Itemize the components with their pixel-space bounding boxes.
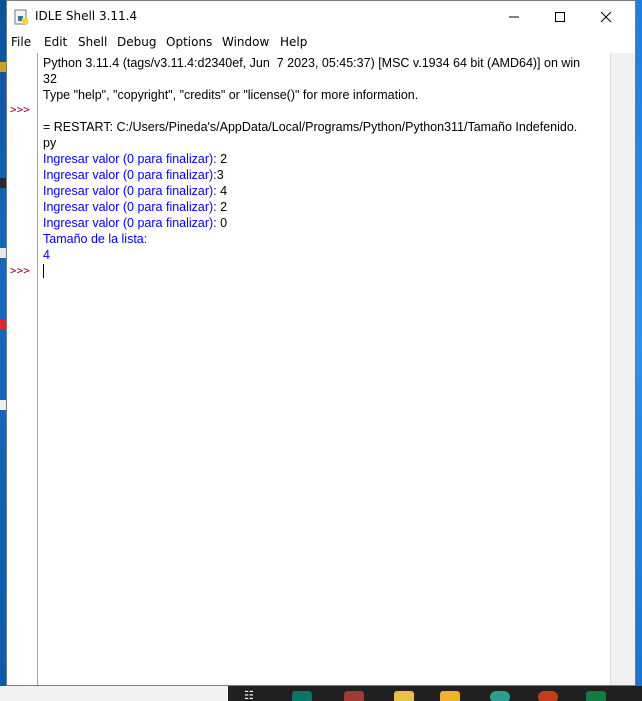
restart-line: py (43, 136, 57, 150)
python-icon[interactable] (394, 691, 414, 701)
idle-shell-window: IDLE Shell 3.11.4 File Edit Shell Debug … (6, 0, 636, 686)
shell-prompt: >>> (10, 103, 30, 116)
access-icon[interactable] (344, 691, 364, 701)
close-button[interactable] (583, 1, 629, 32)
stdout-prompt: Ingresar valor (0 para finalizar): (43, 216, 221, 230)
taskbar-search-area[interactable] (0, 686, 228, 701)
io-line: Ingresar valor (0 para finalizar): 2 (43, 199, 227, 215)
menu-window[interactable]: Window (222, 35, 269, 49)
file-explorer-icon[interactable] (440, 691, 460, 701)
menu-options[interactable]: Options (166, 35, 212, 49)
minimize-button[interactable] (491, 1, 537, 32)
menu-bar: File Edit Shell Debug Options Window Hel… (7, 32, 635, 52)
stdout-prompt: Ingresar valor (0 para finalizar): (43, 184, 221, 198)
close-icon (600, 11, 612, 22)
text-cursor (43, 264, 44, 278)
user-input: 0 (220, 216, 228, 230)
prompt-gutter: >>> >>> (7, 53, 38, 685)
stdout-prompt: Ingresar valor (0 para finalizar): (43, 200, 221, 214)
stdout-prompt: Ingresar valor (0 para finalizar): (43, 152, 221, 166)
output-line: Tamaño de la lista: (43, 232, 148, 246)
shell-prompt: >>> (10, 264, 30, 277)
maximize-button[interactable] (537, 1, 583, 32)
task-view-icon[interactable]: ☷ (244, 689, 254, 701)
output-line: 4 (43, 248, 50, 262)
user-input: 3 (216, 168, 224, 182)
user-input: 2 (220, 152, 228, 166)
publisher-icon[interactable] (292, 691, 312, 701)
io-line: Ingresar valor (0 para finalizar): 4 (43, 183, 227, 199)
menu-shell[interactable]: Shell (78, 35, 107, 49)
stdout-prompt: Ingresar valor (0 para finalizar): (43, 168, 217, 182)
banner-line: 32 (43, 72, 57, 86)
menu-help[interactable]: Help (280, 35, 307, 49)
banner-line: Python 3.11.4 (tags/v3.11.4:d2340ef, Jun… (43, 56, 581, 70)
window-title: IDLE Shell 3.11.4 (35, 9, 138, 23)
menu-edit[interactable]: Edit (44, 35, 67, 49)
user-input: 2 (220, 200, 228, 214)
io-line: Ingresar valor (0 para finalizar): 2 (43, 151, 227, 167)
io-line: Ingresar valor (0 para finalizar): 0 (43, 215, 227, 231)
taskbar: ☷ (228, 686, 642, 701)
io-line: Ingresar valor (0 para finalizar):3 (43, 167, 224, 183)
powerpoint-icon[interactable] (538, 691, 558, 701)
restart-line: = RESTART: C:/Users/Pineda's/AppData/Loc… (43, 120, 578, 134)
desktop-background-right (636, 0, 642, 686)
edge-icon[interactable] (490, 691, 510, 701)
idle-app-icon (14, 9, 28, 25)
maximize-icon (555, 11, 565, 22)
minimize-icon (509, 16, 519, 17)
user-input: 4 (220, 184, 228, 198)
vertical-scrollbar[interactable] (610, 53, 635, 685)
shell-text-area[interactable]: Python 3.11.4 (tags/v3.11.4:d2340ef, Jun… (39, 53, 609, 685)
banner-line: Type "help", "copyright", "credits" or "… (43, 88, 419, 102)
menu-file[interactable]: File (11, 35, 31, 49)
menu-debug[interactable]: Debug (117, 35, 156, 49)
title-bar[interactable]: IDLE Shell 3.11.4 (7, 1, 635, 32)
excel-icon[interactable] (586, 691, 606, 701)
